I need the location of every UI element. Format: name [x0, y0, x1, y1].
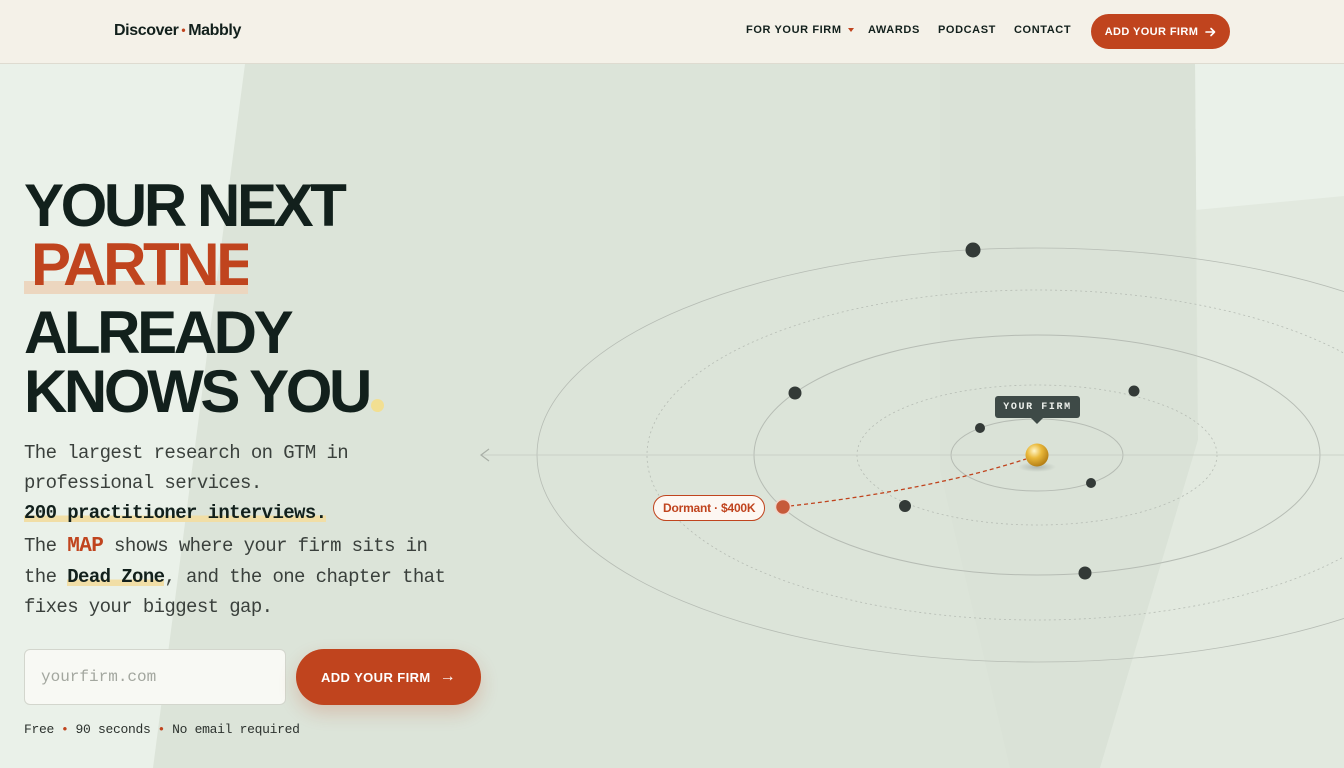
- top-nav-bar: Discover • Mabbly FOR YOUR FIRM AWARDS POD…: [0, 0, 1344, 64]
- hero-cta-label: ADD YOUR FIRM: [320, 669, 431, 685]
- firm-node: [1086, 478, 1096, 488]
- lede-line-5: the Dead Zone, and the one chapter that: [24, 562, 484, 592]
- your-firm-sphere: [1025, 443, 1049, 467]
- map-word: MAP: [67, 535, 104, 558]
- firm-node: [1078, 566, 1092, 580]
- fine-print-free: Free: [24, 722, 55, 737]
- fine-print-no-email: No email required: [172, 722, 300, 737]
- headline-highlight-word: PARTNER: [24, 235, 248, 294]
- lede-line-6: fixes your biggest gap.: [24, 596, 273, 618]
- logo-word-left: Discover: [114, 22, 179, 39]
- your-firm-tag: YOUR FIRM: [995, 396, 1080, 424]
- caret-down-icon: [847, 28, 854, 33]
- header-cta-label: ADD YOUR FIRM: [1104, 25, 1199, 38]
- lede-emphasis: 200 practitioner interviews.: [24, 502, 327, 524]
- nav-podcast[interactable]: PODCAST: [938, 24, 996, 36]
- nav-for-your-firm[interactable]: FOR YOUR FIRM: [746, 24, 854, 36]
- headline-line-2: PARTNER: [24, 235, 384, 303]
- firm-node: [965, 242, 981, 258]
- lede-line-2: professional services.: [24, 472, 262, 494]
- logo[interactable]: Discover • Mabbly: [114, 22, 241, 40]
- headline-line-3: ALREADY: [24, 299, 294, 366]
- dormant-node: [774, 498, 792, 516]
- lede-line-1: The largest research on GTM in: [24, 442, 349, 464]
- separator-dot: •: [61, 722, 69, 737]
- headline-highlight-text: PARTNER: [31, 235, 248, 294]
- hero-description: The largest research on GTM in professio…: [24, 438, 484, 622]
- dormant-label-pill[interactable]: Dormant · $400K: [653, 495, 766, 521]
- nav-awards[interactable]: AWARDS: [868, 24, 920, 36]
- firm-node: [975, 423, 985, 433]
- arrow-right-icon: →: [439, 668, 457, 685]
- headline-line-4: KNOWS YOU: [24, 362, 384, 422]
- firm-url-input[interactable]: [24, 649, 286, 705]
- hero-headline: YOUR NEXT PARTNER ALREADY KNOWS YOU: [24, 172, 384, 422]
- firm-node: [1128, 385, 1140, 397]
- typing-cursor-dot: [371, 399, 384, 412]
- form-fine-print: Free • 90 seconds • No email required: [24, 722, 300, 737]
- firm-node: [899, 500, 911, 512]
- logo-word-right: Mabbly: [188, 22, 241, 39]
- nav-contact[interactable]: CONTACT: [1014, 24, 1071, 36]
- logo-dot: •: [181, 23, 186, 37]
- lede-text: The: [24, 535, 68, 557]
- lede-line-4: The MAP shows where your firm sits in: [24, 531, 484, 562]
- fine-print-time: 90 seconds: [75, 722, 151, 737]
- firm-node: [788, 386, 802, 400]
- hero-add-your-firm-button[interactable]: ADD YOUR FIRM →: [296, 649, 481, 705]
- lede-text: , and the one chapter that: [164, 566, 446, 588]
- lede-text: the: [24, 566, 68, 588]
- headline-line-1: YOUR NEXT: [24, 172, 347, 239]
- dead-zone-word: Dead Zone: [67, 566, 165, 588]
- nav-for-your-firm-label: FOR YOUR FIRM: [746, 24, 842, 36]
- headline-line-4-text: KNOWS YOU: [24, 358, 372, 425]
- arrow-right-icon: [1205, 27, 1216, 36]
- separator-dot: •: [157, 722, 166, 737]
- lede-text: shows where your firm sits in: [103, 535, 428, 557]
- lede-emphasis-line: 200 practitioner interviews.: [24, 498, 484, 528]
- header-add-your-firm-button[interactable]: ADD YOUR FIRM: [1091, 14, 1230, 49]
